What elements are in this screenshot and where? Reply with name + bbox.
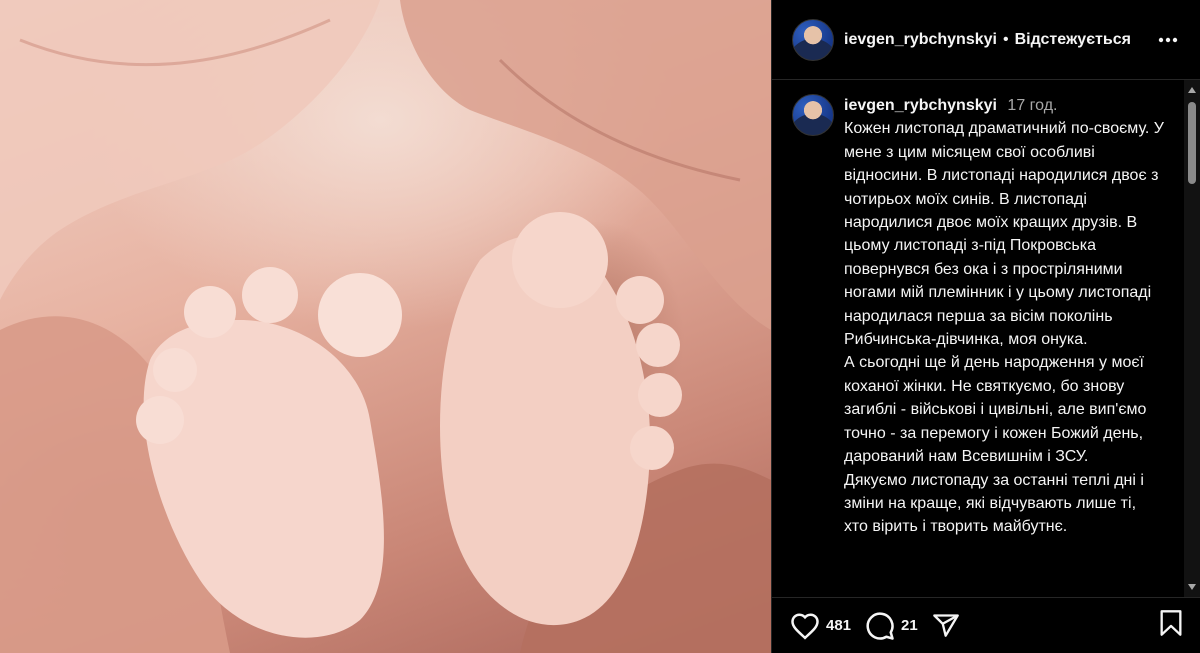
post-header: ievgen_rybchynskyi • Відстежується — [772, 0, 1200, 80]
caption-body: ievgen_rybchynskyi 17 год. Кожен листопа… — [844, 94, 1164, 539]
post-photo[interactable] — [0, 0, 771, 653]
caption-username[interactable]: ievgen_rybchynskyi — [844, 97, 997, 114]
author-avatar[interactable] — [792, 18, 834, 61]
more-options-icon[interactable] — [1156, 28, 1180, 52]
comments-section[interactable]: ievgen_rybchynskyi 17 год. Кожен листопа… — [772, 80, 1200, 597]
caption-text: Кожен листопад драматичний по-своєму. У … — [844, 120, 1164, 536]
share-icon[interactable] — [932, 612, 960, 640]
share-button[interactable] — [932, 612, 960, 640]
author-username[interactable]: ievgen_rybchynskyi — [844, 31, 997, 49]
bookmark-icon[interactable] — [1159, 609, 1183, 642]
post-caption: ievgen_rybchynskyi 17 год. Кожен листопа… — [792, 94, 1183, 539]
like-count[interactable]: 481 — [826, 617, 851, 634]
comment-icon[interactable] — [865, 611, 895, 641]
scroll-up-arrow-icon[interactable] — [1184, 82, 1200, 98]
following-button[interactable]: Відстежується — [1015, 31, 1131, 49]
heart-icon[interactable] — [790, 612, 820, 640]
scroll-down-arrow-icon[interactable] — [1184, 579, 1200, 595]
comment-count[interactable]: 21 — [901, 617, 918, 634]
like-button[interactable]: 481 — [790, 612, 851, 640]
comments-scrollbar[interactable] — [1184, 80, 1200, 597]
post-side-panel: ievgen_rybchynskyi • Відстежується ievge… — [771, 0, 1200, 653]
post-actions-bar: 481 21 — [772, 597, 1200, 653]
scrollbar-thumb[interactable] — [1188, 102, 1196, 184]
comment-button[interactable]: 21 — [865, 611, 918, 641]
baby-feet-image — [0, 0, 771, 653]
caption-timestamp[interactable]: 17 год. — [1007, 97, 1057, 114]
separator-dot: • — [1002, 30, 1009, 48]
caption-avatar[interactable] — [792, 94, 834, 136]
